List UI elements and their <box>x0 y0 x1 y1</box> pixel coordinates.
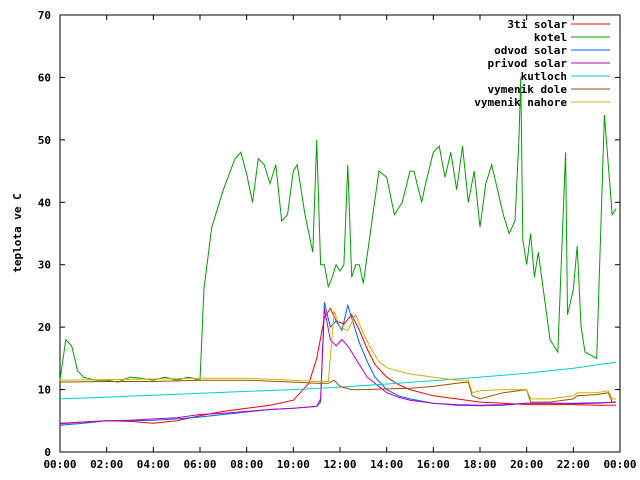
x-tick-label: 00:00 <box>603 458 636 471</box>
legend: 3ti solarkotelodvod solarprivod solarkut… <box>474 18 610 109</box>
x-tick-label: 20:00 <box>510 458 543 471</box>
series-line-1 <box>59 77 617 383</box>
legend-label: kutloch <box>521 70 567 83</box>
y-axis-label: teplota ve C <box>11 193 24 272</box>
legend-label: privod solar <box>488 57 568 70</box>
x-tick-label: 22:00 <box>557 458 590 471</box>
legend-label: 3ti solar <box>507 18 567 31</box>
x-tick-label: 16:00 <box>417 458 450 471</box>
legend-label: kotel <box>534 31 567 44</box>
series-line-3 <box>59 308 617 424</box>
y-tick-label: 20 <box>38 321 51 334</box>
y-tick-label: 40 <box>38 196 51 209</box>
line-chart: 01020304050607000:00 02:00 04:00 06:00 08:00… <box>11 9 637 471</box>
legend-label: vymenik nahore <box>474 96 567 109</box>
x-tick-label: 06:00 <box>183 458 216 471</box>
y-tick-label: 30 <box>38 259 51 272</box>
x-tick-label: 02:00 <box>90 458 123 471</box>
x-tick-label: 10:00 <box>277 458 310 471</box>
series-layer <box>59 77 617 426</box>
x-tick-label: 18:00 <box>463 458 496 471</box>
series-line-4 <box>59 361 617 400</box>
x-tick-label: 12:00 <box>323 458 356 471</box>
legend-label: vymenik dole <box>488 83 568 96</box>
y-tick-label: 60 <box>38 71 51 84</box>
legend-label: odvod solar <box>494 44 567 57</box>
y-tick-label: 10 <box>38 384 51 397</box>
x-tick-label: 00:00 <box>43 458 76 471</box>
y-tick-label: 70 <box>38 9 51 22</box>
x-tick-label: 04:00 <box>137 458 170 471</box>
x-tick-label: 08:00 <box>230 458 263 471</box>
series-line-0 <box>59 307 617 425</box>
y-tick-label: 50 <box>38 134 51 147</box>
x-tick-label: 14:00 <box>370 458 403 471</box>
